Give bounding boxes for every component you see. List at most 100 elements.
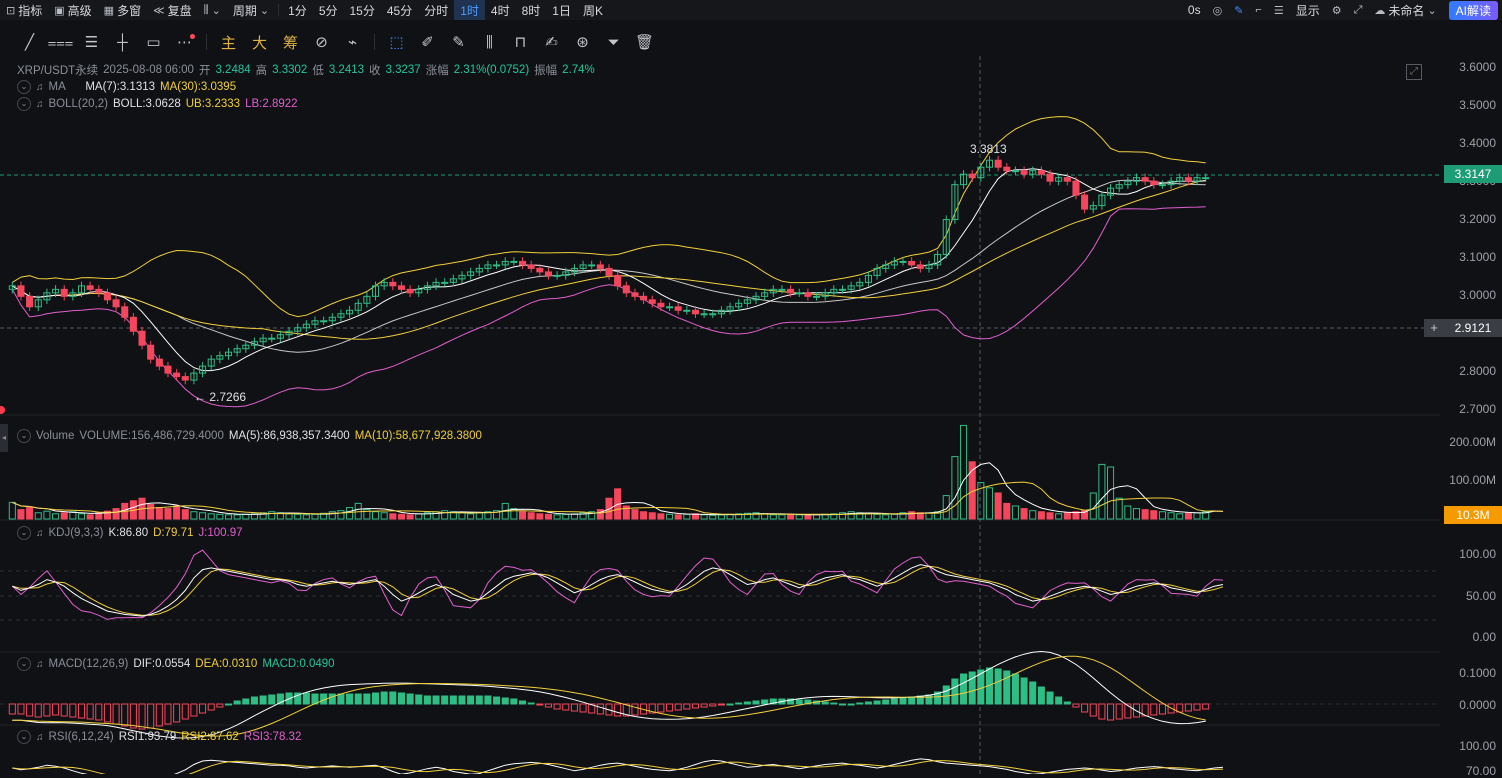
interval-15m[interactable]: 15分 xyxy=(344,0,381,20)
screenshot-button[interactable]: ◎ xyxy=(1207,0,1229,20)
interval-4h[interactable]: 4时 xyxy=(485,0,516,20)
parallel-tool[interactable]: ⩶ xyxy=(45,28,76,56)
delete-tool[interactable]: 🗑 xyxy=(629,28,660,56)
candle-body xyxy=(787,288,795,294)
brush-tool[interactable]: ✐ xyxy=(412,28,443,56)
candle-body xyxy=(1158,184,1166,187)
settings-button[interactable]: ⚙ xyxy=(1326,0,1348,20)
candles-tool[interactable]: ⫼ xyxy=(474,28,505,56)
replay-button[interactable]: ≪ 复盘 xyxy=(147,0,198,20)
candles-icon: ⫼ xyxy=(486,33,493,51)
candle-body xyxy=(691,309,700,315)
collapse-chevron-icon[interactable]: ⌄ xyxy=(17,657,31,671)
collapse-chevron-icon[interactable]: ⌄ xyxy=(17,526,31,540)
edit-tool[interactable]: ✍ xyxy=(536,28,567,56)
expand-icon[interactable]: ⤢ xyxy=(1406,64,1422,80)
interval-45m[interactable]: 45分 xyxy=(381,0,418,20)
interval-1m[interactable]: 1分 xyxy=(282,0,313,20)
volume-bar xyxy=(52,513,60,520)
pen-tool[interactable]: ✎ xyxy=(443,28,474,56)
magnet-tool[interactable]: ⊘ xyxy=(306,28,337,56)
macd-hist-bar xyxy=(250,696,258,705)
layout-dropdown[interactable]: ☁ 未命名 ⌄ xyxy=(1368,0,1442,20)
interval-1w[interactable]: 周K xyxy=(577,0,609,20)
advanced-button[interactable]: ▣ 高级 xyxy=(48,0,97,20)
volume-bar xyxy=(1150,510,1158,520)
cursor-tool[interactable]: ⬚ xyxy=(381,28,412,56)
hide-drawings-tool[interactable]: ⌁ xyxy=(337,28,368,56)
volume-bar xyxy=(60,512,68,520)
collapse-tab[interactable]: ◂ xyxy=(0,424,8,452)
interval-5m[interactable]: 5分 xyxy=(313,0,344,20)
visibility-tool[interactable]: ⊛ xyxy=(567,28,598,56)
large-order-tool[interactable]: 大 xyxy=(244,28,275,56)
fib-tool[interactable]: ☰ xyxy=(76,28,107,56)
macd-hist-bar xyxy=(52,703,60,716)
trendline-tool[interactable]: ╱ xyxy=(14,28,45,56)
candle-body xyxy=(553,274,561,277)
macd-hist-bar xyxy=(34,703,42,718)
bell-icon[interactable]: ♫ xyxy=(36,82,44,93)
lock-tool[interactable]: ⊓ xyxy=(505,28,536,56)
macd-hist-bar xyxy=(354,693,362,705)
indicators-button[interactable]: ⊡ 指标 xyxy=(0,0,48,20)
candle-body xyxy=(804,292,812,297)
volume-bar xyxy=(285,513,293,520)
candle-body xyxy=(683,309,691,312)
annotation-button[interactable]: ⌐ xyxy=(1249,0,1267,20)
indicators-icon: ⊡ xyxy=(6,4,16,17)
add-line-button[interactable]: + xyxy=(1424,319,1444,337)
candle-body xyxy=(1011,170,1019,173)
volume-bar xyxy=(778,514,786,520)
more-tools[interactable]: ⋯ xyxy=(169,28,200,56)
candle-body xyxy=(121,306,129,318)
interval-timeshare[interactable]: 分时 xyxy=(418,0,454,20)
macd-hist-bar xyxy=(890,698,898,705)
price-tick: 2.8000 xyxy=(1459,364,1496,378)
collapse-chevron-icon[interactable]: ⌄ xyxy=(17,730,31,744)
volume-bar xyxy=(951,456,959,520)
macd-hist-bar xyxy=(821,701,829,705)
interval-1d[interactable]: 1日 xyxy=(546,0,577,20)
hline-tool[interactable]: ┼ xyxy=(107,28,138,56)
collapse-chevron-icon[interactable]: ⌄ xyxy=(17,80,31,94)
macd-hist-bar xyxy=(761,699,769,705)
volume-bar xyxy=(1107,466,1115,520)
volume-bar xyxy=(1132,508,1141,520)
draw-button[interactable]: ✎ xyxy=(1228,0,1249,20)
macd-hist-bar xyxy=(458,695,466,705)
collapse-chevron-icon[interactable]: ⌄ xyxy=(17,429,31,443)
chart-type-button[interactable]: ⫼ ⌄ xyxy=(198,0,227,20)
filter-tool[interactable]: ⏷ xyxy=(598,28,629,56)
advanced-icon: ▣ xyxy=(54,4,65,17)
candle-body xyxy=(26,295,34,308)
collapse-chevron-icon[interactable]: ⌄ xyxy=(17,97,31,111)
chip-tool[interactable]: 筹 xyxy=(275,28,306,56)
volume-bar xyxy=(86,514,94,520)
macd-hist-bar xyxy=(717,703,725,706)
fullscreen-button[interactable]: ⤢ xyxy=(1348,0,1369,20)
bell-icon[interactable]: ♫ xyxy=(36,659,44,670)
eye-off-icon: ⌁ xyxy=(347,34,358,51)
macd-hist-bar xyxy=(60,703,68,717)
candle-body xyxy=(1202,177,1210,180)
period-button[interactable]: 周期 ⌄ xyxy=(227,0,275,20)
volume-bar xyxy=(432,511,440,520)
interval-1h[interactable]: 1时 xyxy=(454,0,485,20)
rect-tool[interactable]: ▭ xyxy=(138,28,169,56)
macd-hist-bar xyxy=(199,703,207,714)
macd-hist-bar xyxy=(864,701,872,705)
candle-body xyxy=(155,358,163,367)
notes-button[interactable]: ☰ xyxy=(1268,0,1290,20)
trash-icon: 🗑 xyxy=(634,34,655,51)
volume-bar xyxy=(294,513,302,520)
bell-icon[interactable]: ♫ xyxy=(36,528,44,539)
display-button[interactable]: 显示 xyxy=(1290,0,1326,20)
ai-explain-button[interactable]: AI解读 xyxy=(1448,0,1498,20)
magnet-icon: ⊘ xyxy=(315,34,328,51)
bell-icon[interactable]: ♫ xyxy=(36,732,44,743)
bell-icon[interactable]: ♫ xyxy=(36,99,44,110)
interval-8h[interactable]: 8时 xyxy=(516,0,547,20)
main-force-tool[interactable]: 主 xyxy=(213,28,244,56)
multiwindow-button[interactable]: ▦ 多窗 xyxy=(98,0,147,20)
